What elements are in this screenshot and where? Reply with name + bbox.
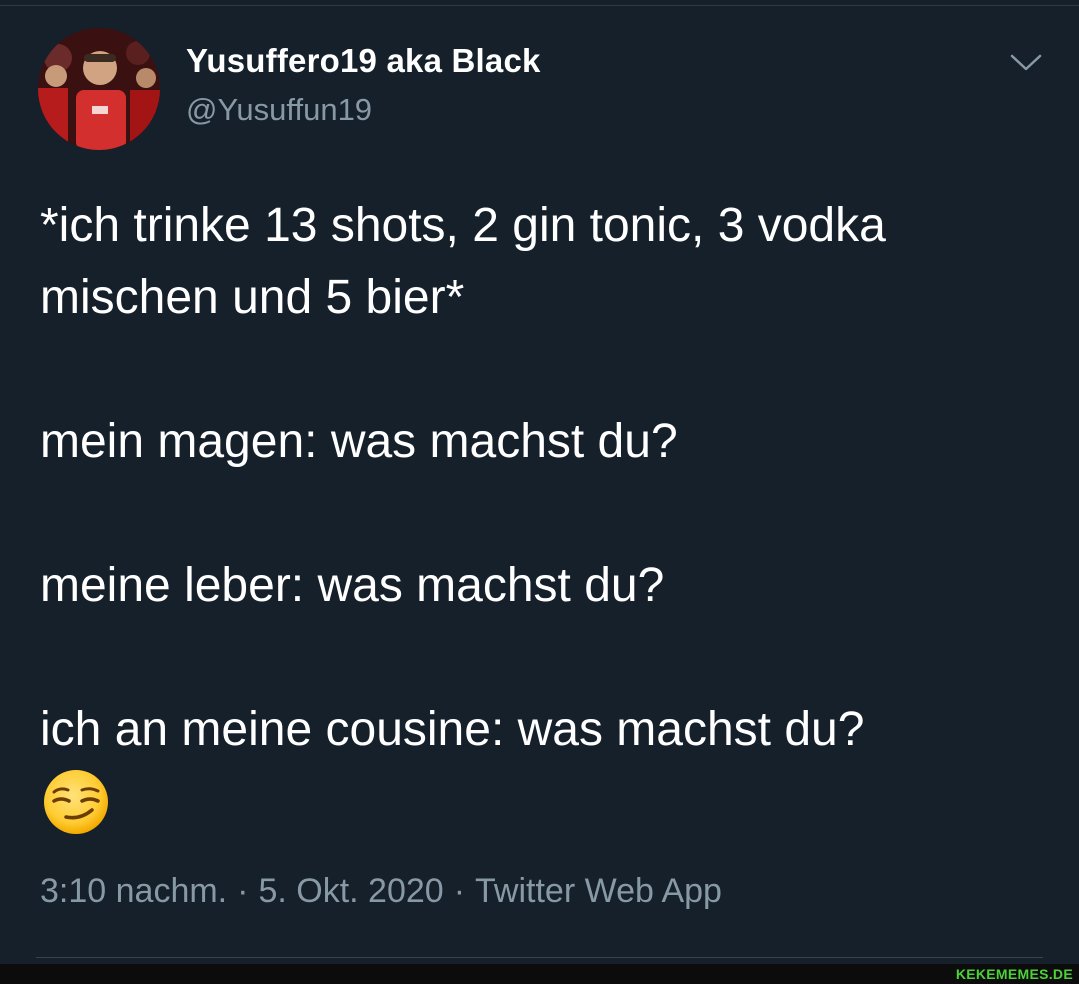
tweet-source[interactable]: Twitter Web App [475, 872, 722, 910]
meta-separator: · [453, 872, 466, 910]
tweet-line-3: meine leber: was machst du? [40, 559, 665, 612]
smirking-face-icon [42, 768, 110, 836]
user-handle[interactable]: @Yusuffun19 [186, 92, 372, 128]
tweet-time[interactable]: 3:10 nachm. [40, 872, 227, 910]
chevron-down-icon[interactable] [1008, 50, 1044, 74]
top-divider [0, 5, 1079, 6]
avatar[interactable] [38, 28, 160, 150]
tweet-line-1: *ich trinke 13 shots, 2 gin tonic, 3 vod… [40, 199, 886, 324]
meta-separator: · [237, 872, 249, 910]
tweet-date[interactable]: 5. Okt. 2020 [258, 872, 443, 910]
tweet-metadata: 3:10 nachm. · 5. Okt. 2020 · Twitter Web App [40, 872, 722, 911]
tweet-line-4: ich an meine cousine: was machst du? [40, 703, 865, 756]
watermark-bar [0, 964, 1079, 984]
tweet-line-2: mein magen: was machst du? [40, 415, 678, 468]
bottom-divider [36, 957, 1043, 958]
avatar-image [38, 28, 160, 150]
tweet-text: *ich trinke 13 shots, 2 gin tonic, 3 vod… [40, 190, 1040, 766]
watermark: KEKEMEMES.DE [955, 966, 1073, 982]
display-name[interactable]: Yusuffero19 aka Black [186, 42, 541, 80]
